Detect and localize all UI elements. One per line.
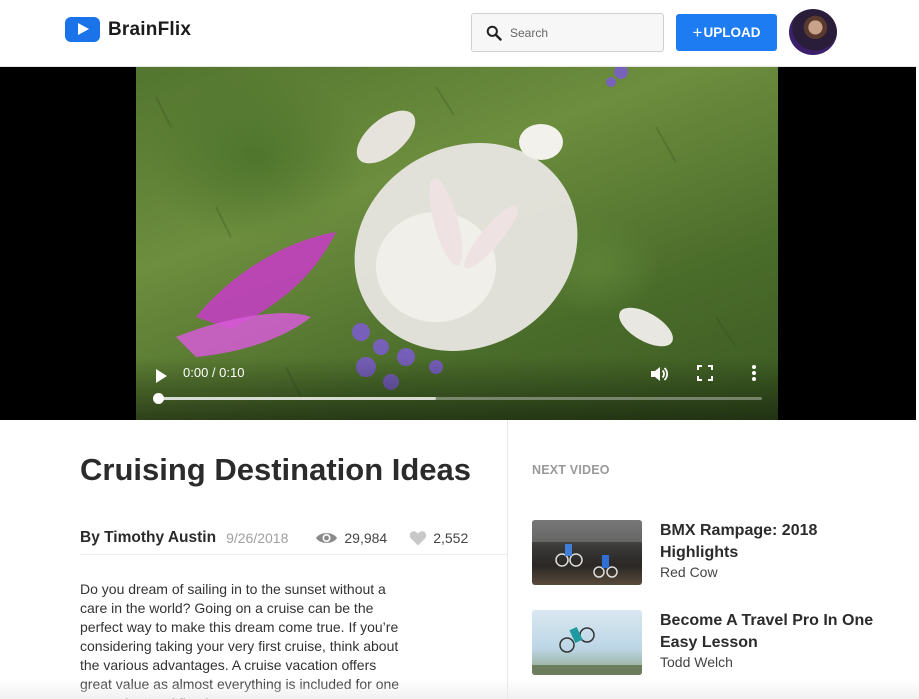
plus-icon: +	[692, 22, 703, 42]
bmx-thumbnail-art	[532, 520, 642, 578]
play-icon	[65, 17, 100, 42]
video-date: 9/26/2018	[226, 530, 289, 546]
top-nav: BrainFlix + UPLOAD	[0, 0, 916, 67]
bottom-shadow	[0, 680, 919, 699]
eye-icon	[316, 533, 338, 543]
buffered-bar	[158, 397, 436, 400]
play-button[interactable]	[156, 369, 167, 383]
video-meta: By Timothy Austin 9/26/2018 29,984 2,552	[80, 520, 507, 556]
upload-label: UPLOAD	[703, 25, 761, 40]
volume-icon[interactable]	[648, 363, 670, 385]
progress-bar[interactable]	[153, 393, 762, 404]
upload-button[interactable]: + UPLOAD	[676, 14, 777, 51]
views-count: 29,984	[315, 530, 387, 546]
next-video-channel: Todd Welch	[660, 654, 733, 670]
next-video-item[interactable]: BMX Rampage: 2018 Highlights Red Cow	[532, 520, 902, 586]
views-value: 29,984	[344, 530, 388, 546]
video-time: 0:00 / 0:10	[183, 365, 245, 380]
travel-thumbnail-art	[532, 626, 642, 675]
brainflix-logo[interactable]: BrainFlix	[65, 17, 191, 42]
next-video-item[interactable]: Become A Travel Pro In One Easy Lesson T…	[532, 610, 902, 676]
video-thumbnail[interactable]	[532, 610, 642, 675]
search-box[interactable]	[471, 13, 664, 52]
video-details: Cruising Destination Ideas By Timothy Au…	[80, 420, 507, 699]
next-videos-sidebar: NEXT VIDEO BMX Rampage: 2018 Highlights …	[532, 420, 912, 699]
next-video-channel: Red Cow	[660, 564, 718, 580]
video-player: 0:00 / 0:10	[0, 67, 916, 420]
video-thumbnail[interactable]	[532, 520, 642, 585]
more-options-icon[interactable]	[751, 364, 757, 382]
heart-icon	[409, 531, 427, 546]
search-input[interactable]	[510, 25, 650, 40]
app-name: BrainFlix	[108, 18, 192, 40]
video-author[interactable]: By Timothy Austin	[80, 529, 216, 547]
next-video-heading: NEXT VIDEO	[532, 463, 610, 477]
column-divider	[507, 420, 508, 699]
likes-count[interactable]: 2,552	[409, 530, 468, 546]
fullscreen-icon[interactable]	[696, 364, 714, 382]
video-controls: 0:00 / 0:10	[136, 357, 778, 420]
video-title: Cruising Destination Ideas	[80, 452, 472, 487]
meta-divider	[80, 554, 507, 555]
next-video-title[interactable]: Become A Travel Pro In One Easy Lesson	[660, 610, 890, 654]
search-icon	[486, 25, 502, 41]
likes-value: 2,552	[433, 530, 469, 546]
user-avatar[interactable]	[789, 9, 837, 55]
scrubber-handle[interactable]	[153, 393, 164, 404]
next-video-title[interactable]: BMX Rampage: 2018 Highlights	[660, 520, 890, 564]
